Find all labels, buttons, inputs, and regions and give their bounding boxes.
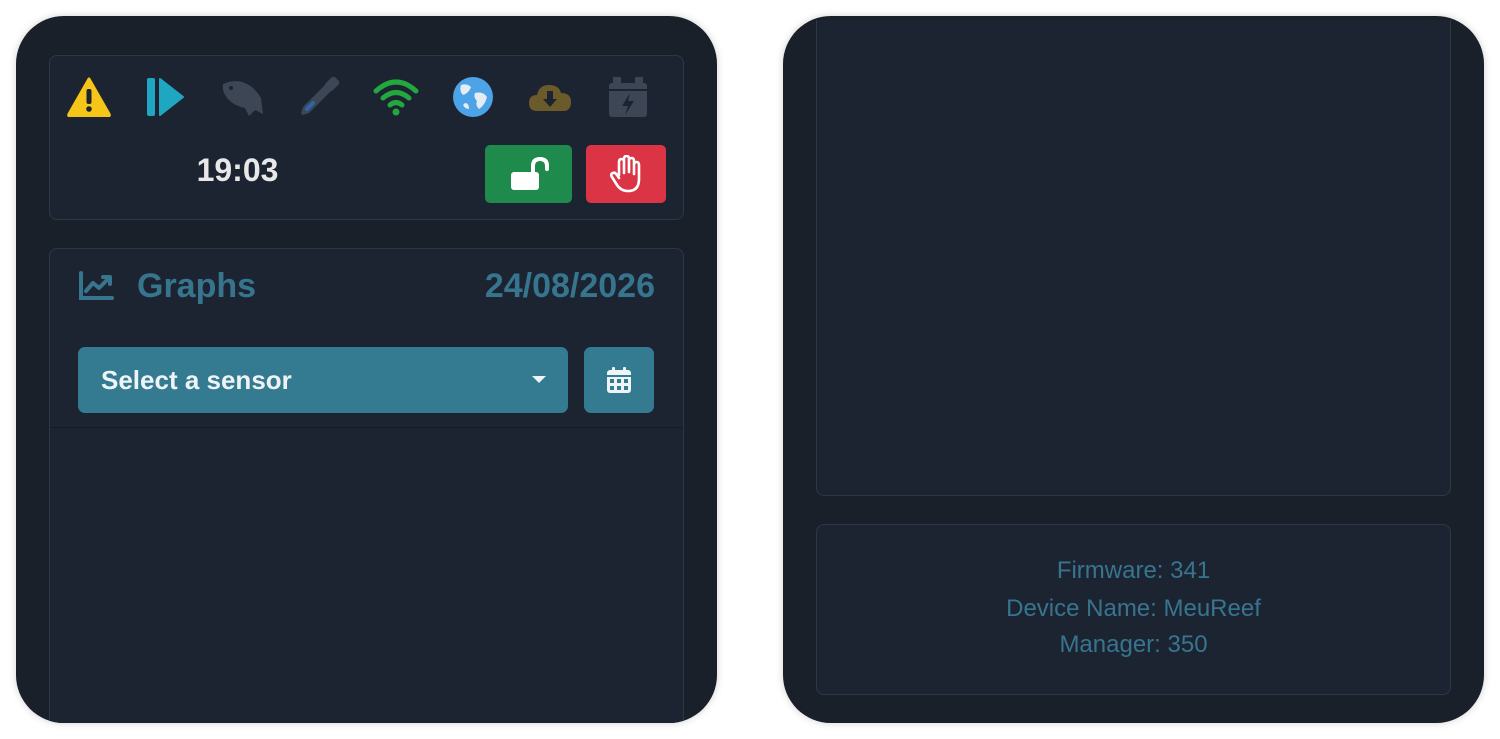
right-screen: Firmware: 341 Device Name: MeuReef Manag… (783, 16, 1484, 723)
hand-stop-icon (610, 155, 641, 193)
globe-icon[interactable] (450, 74, 496, 120)
warning-icon[interactable] (66, 74, 112, 120)
calendar-icon (607, 367, 631, 393)
stop-button[interactable] (586, 145, 666, 203)
left-screen: 19:03 Graphs 24/08/2026 Select a sensor (16, 16, 717, 723)
unlock-icon (510, 157, 549, 190)
status-card: 19:03 (49, 55, 684, 220)
firmware-version: Firmware: 341 (1056, 557, 1211, 584)
graphs-card: Graphs 24/08/2026 Select a sensor (49, 248, 684, 723)
play-next-icon[interactable] (142, 74, 188, 120)
chart-line-icon (78, 271, 114, 306)
chevron-down-icon (532, 376, 546, 383)
manager-version: Manager: 350 (1059, 631, 1208, 658)
fish-icon[interactable] (219, 74, 265, 120)
dropper-icon[interactable] (296, 74, 342, 120)
unlock-button[interactable] (485, 145, 572, 203)
device-name: Device Name: MeuReef (1006, 595, 1261, 622)
graph-canvas (816, 20, 1451, 496)
graphs-header: Graphs 24/08/2026 Select a sensor (50, 249, 683, 428)
cloud-download-icon[interactable] (527, 74, 573, 120)
wifi-icon[interactable] (373, 74, 419, 120)
graphs-date: 24/08/2026 (484, 267, 655, 305)
sensor-select[interactable]: Select a sensor (78, 347, 568, 413)
graphs-title: Graphs (137, 267, 257, 305)
device-info-card: Firmware: 341 Device Name: MeuReef Manag… (816, 524, 1451, 695)
calendar-button[interactable] (584, 347, 654, 413)
battery-bolt-icon[interactable] (605, 74, 651, 120)
clock: 19:03 (196, 152, 279, 188)
sensor-select-value: Select a sensor (101, 365, 292, 395)
